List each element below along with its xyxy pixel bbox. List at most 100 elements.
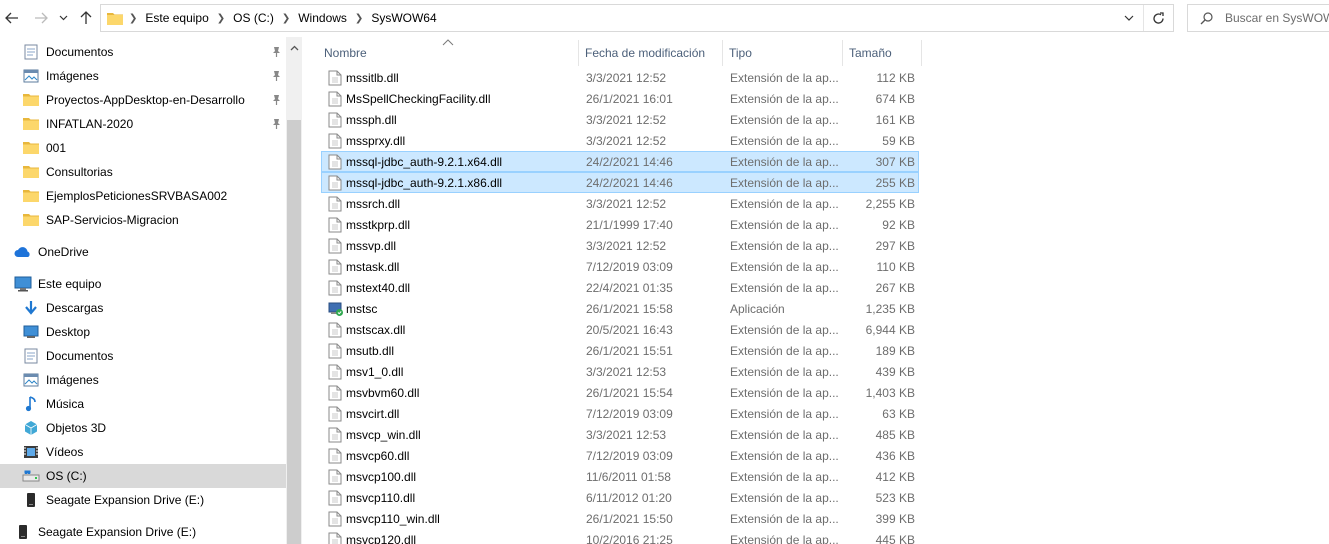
file-type: Extensión de la ap... bbox=[730, 470, 838, 484]
nav-item[interactable]: Vídeos bbox=[0, 440, 286, 464]
refresh-button[interactable] bbox=[1143, 5, 1173, 31]
file-row[interactable]: mssvp.dll 3/3/2021 12:52 Extensión de la a… bbox=[321, 235, 919, 256]
column-divider[interactable] bbox=[921, 40, 922, 66]
column-divider[interactable] bbox=[722, 40, 723, 66]
nav-item[interactable]: Documentos bbox=[0, 40, 286, 64]
nav-item[interactable]: OS (C:) bbox=[0, 464, 286, 488]
file-row[interactable]: msvcp100.dll 11/6/2011 01:58 Extensión de … bbox=[321, 466, 919, 487]
nav-item[interactable]: Consultorias bbox=[0, 160, 286, 184]
desktop-icon bbox=[22, 323, 40, 341]
address-history-button[interactable] bbox=[1119, 5, 1139, 31]
file-row[interactable]: msvcp60.dll 7/12/2019 03:09 Extensión de l… bbox=[321, 445, 919, 466]
file-row[interactable]: MsSpellCheckingFacility.dll 26/1/2021 16:… bbox=[321, 88, 919, 109]
nav-item[interactable]: Documentos bbox=[0, 344, 286, 368]
downloads-icon bbox=[22, 299, 40, 317]
file-date: 20/5/2021 16:43 bbox=[586, 323, 673, 337]
file-type: Extensión de la ap... bbox=[730, 512, 838, 526]
nav-scrollbar[interactable] bbox=[286, 37, 302, 544]
breadcrumb-este-equipo[interactable]: Este equipo bbox=[141, 5, 212, 31]
nav-item[interactable]: EjemplosPeticionesSRVBASA002 bbox=[0, 184, 286, 208]
file-size: 2,255 KB bbox=[865, 197, 915, 211]
nav-item[interactable]: Música bbox=[0, 392, 286, 416]
nav-item[interactable]: Imágenes bbox=[0, 64, 286, 88]
file-name: MsSpellCheckingFacility.dll bbox=[346, 92, 491, 106]
file-row[interactable]: mstext40.dll 22/4/2021 01:35 Extensión de … bbox=[321, 277, 919, 298]
back-button[interactable] bbox=[2, 7, 22, 29]
nav-item[interactable]: Imágenes bbox=[0, 368, 286, 392]
nav-item[interactable]: Objetos 3D bbox=[0, 416, 286, 440]
computer-icon bbox=[14, 275, 32, 293]
breadcrumb: Este equipo ❯ OS (C:) ❯ Windows ❯ SysWOW… bbox=[141, 5, 440, 31]
scrollbar-thumb[interactable] bbox=[287, 120, 301, 544]
pictures-icon bbox=[22, 371, 40, 389]
file-row[interactable]: mssprxy.dll 3/3/2021 12:52 Extensión de la… bbox=[321, 130, 919, 151]
dll-file-icon bbox=[328, 133, 344, 149]
file-size: 436 KB bbox=[875, 449, 915, 463]
file-row[interactable]: msv1_0.dll 3/3/2021 12:53 Extensión de la … bbox=[321, 361, 919, 382]
sort-ascending-icon bbox=[442, 39, 454, 46]
recent-locations-button[interactable] bbox=[56, 7, 70, 29]
column-divider[interactable] bbox=[842, 40, 843, 66]
nav-item[interactable]: INFATLAN-2020 bbox=[0, 112, 286, 136]
file-row[interactable]: mssrch.dll 3/3/2021 12:52 Extensión de la … bbox=[321, 193, 919, 214]
file-row[interactable]: msutb.dll 26/1/2021 15:51 Extensión de la … bbox=[321, 340, 919, 361]
file-row[interactable]: msvbvm60.dll 26/1/2021 15:54 Extensión de … bbox=[321, 382, 919, 403]
file-size: 112 KB bbox=[876, 71, 915, 85]
file-row[interactable]: mssph.dll 3/3/2021 12:52 Extensión de la a… bbox=[321, 109, 919, 130]
breadcrumb-syswow64[interactable]: SysWOW64 bbox=[367, 5, 440, 31]
dll-file-icon bbox=[328, 154, 344, 170]
dll-file-icon bbox=[328, 322, 344, 338]
nav-item[interactable]: Seagate Expansion Drive (E:) bbox=[0, 520, 286, 544]
column-header-size[interactable]: Tamaño bbox=[849, 40, 892, 66]
breadcrumb-windows[interactable]: Windows bbox=[294, 5, 351, 31]
nav-item[interactable]: Descargas bbox=[0, 296, 286, 320]
chevron-right-icon[interactable]: ❯ bbox=[125, 13, 141, 24]
file-row[interactable]: mstscax.dll 20/5/2021 16:43 Extensión de l… bbox=[321, 319, 919, 340]
folder-icon bbox=[22, 139, 40, 157]
breadcrumb-os-c[interactable]: OS (C:) bbox=[229, 5, 278, 31]
file-row[interactable]: mstask.dll 7/12/2019 03:09 Extensión de la… bbox=[321, 256, 919, 277]
file-row[interactable]: msvcp110.dll 6/11/2012 01:20 Extensión de … bbox=[321, 487, 919, 508]
nav-item[interactable]: 001 bbox=[0, 136, 286, 160]
search-box[interactable]: Buscar en SysWOW64 bbox=[1187, 4, 1329, 32]
scroll-up-arrow-icon[interactable] bbox=[286, 41, 302, 55]
file-size: 307 KB bbox=[875, 155, 915, 169]
file-row[interactable]: mssql-jdbc_auth-9.2.1.x64.dll 24/2/2021 1… bbox=[321, 151, 919, 172]
file-row[interactable]: msstkprp.dll 21/1/1999 17:40 Extensión de … bbox=[321, 214, 919, 235]
dll-file-icon bbox=[328, 343, 344, 359]
nav-item[interactable]: SAP-Servicios-Migracion bbox=[0, 208, 286, 232]
chevron-right-icon[interactable]: ❯ bbox=[351, 13, 367, 24]
nav-item-label: Vídeos bbox=[46, 445, 84, 459]
file-date: 6/11/2012 01:20 bbox=[586, 491, 672, 505]
file-row[interactable]: msvcp_win.dll 3/3/2021 12:53 Extensión de … bbox=[321, 424, 919, 445]
file-row[interactable]: msvcp120.dll 10/2/2016 21:25 Extensión de … bbox=[321, 529, 919, 544]
file-row[interactable]: mssitlb.dll 3/3/2021 12:52 Extensión de la… bbox=[321, 67, 919, 88]
dll-file-icon bbox=[328, 280, 344, 296]
nav-item[interactable]: Seagate Expansion Drive (E:) bbox=[0, 488, 286, 512]
file-row[interactable]: msvcirt.dll 7/12/2019 03:09 Extensión de l… bbox=[321, 403, 919, 424]
chevron-right-icon[interactable]: ❯ bbox=[213, 13, 229, 24]
column-header-type[interactable]: Tipo bbox=[729, 40, 752, 66]
file-row[interactable]: msvcp110_win.dll 26/1/2021 15:50 Extensión… bbox=[321, 508, 919, 529]
chevron-right-icon[interactable]: ❯ bbox=[278, 13, 294, 24]
address-bar[interactable]: ❯ Este equipo ❯ OS (C:) ❯ Windows ❯ SysW… bbox=[100, 4, 1174, 32]
column-header-name[interactable]: Nombre bbox=[324, 40, 367, 66]
column-header-date[interactable]: Fecha de modificación bbox=[585, 40, 705, 66]
dll-file-icon bbox=[328, 385, 344, 401]
pin-icon bbox=[270, 93, 282, 107]
nav-item[interactable]: Este equipo bbox=[0, 272, 286, 296]
file-date: 3/3/2021 12:53 bbox=[586, 365, 667, 379]
nav-item-label: Este equipo bbox=[38, 277, 102, 291]
nav-item-label: Música bbox=[46, 397, 85, 411]
file-name: msvcp_win.dll bbox=[346, 428, 421, 442]
up-button[interactable] bbox=[76, 7, 96, 29]
nav-item[interactable]: Proyectos-AppDesktop-en-Desarrollo bbox=[0, 88, 286, 112]
nav-item[interactable]: OneDrive bbox=[0, 240, 286, 264]
folder-icon bbox=[22, 115, 40, 133]
forward-button[interactable] bbox=[31, 7, 51, 29]
nav-item[interactable]: Desktop bbox=[0, 320, 286, 344]
column-divider[interactable] bbox=[578, 40, 579, 66]
dll-file-icon bbox=[328, 469, 344, 485]
file-row[interactable]: mssql-jdbc_auth-9.2.1.x86.dll 24/2/2021 1… bbox=[321, 172, 919, 193]
file-row[interactable]: mstsc 26/1/2021 15:58 Aplicación 1,235 KB bbox=[321, 298, 919, 319]
